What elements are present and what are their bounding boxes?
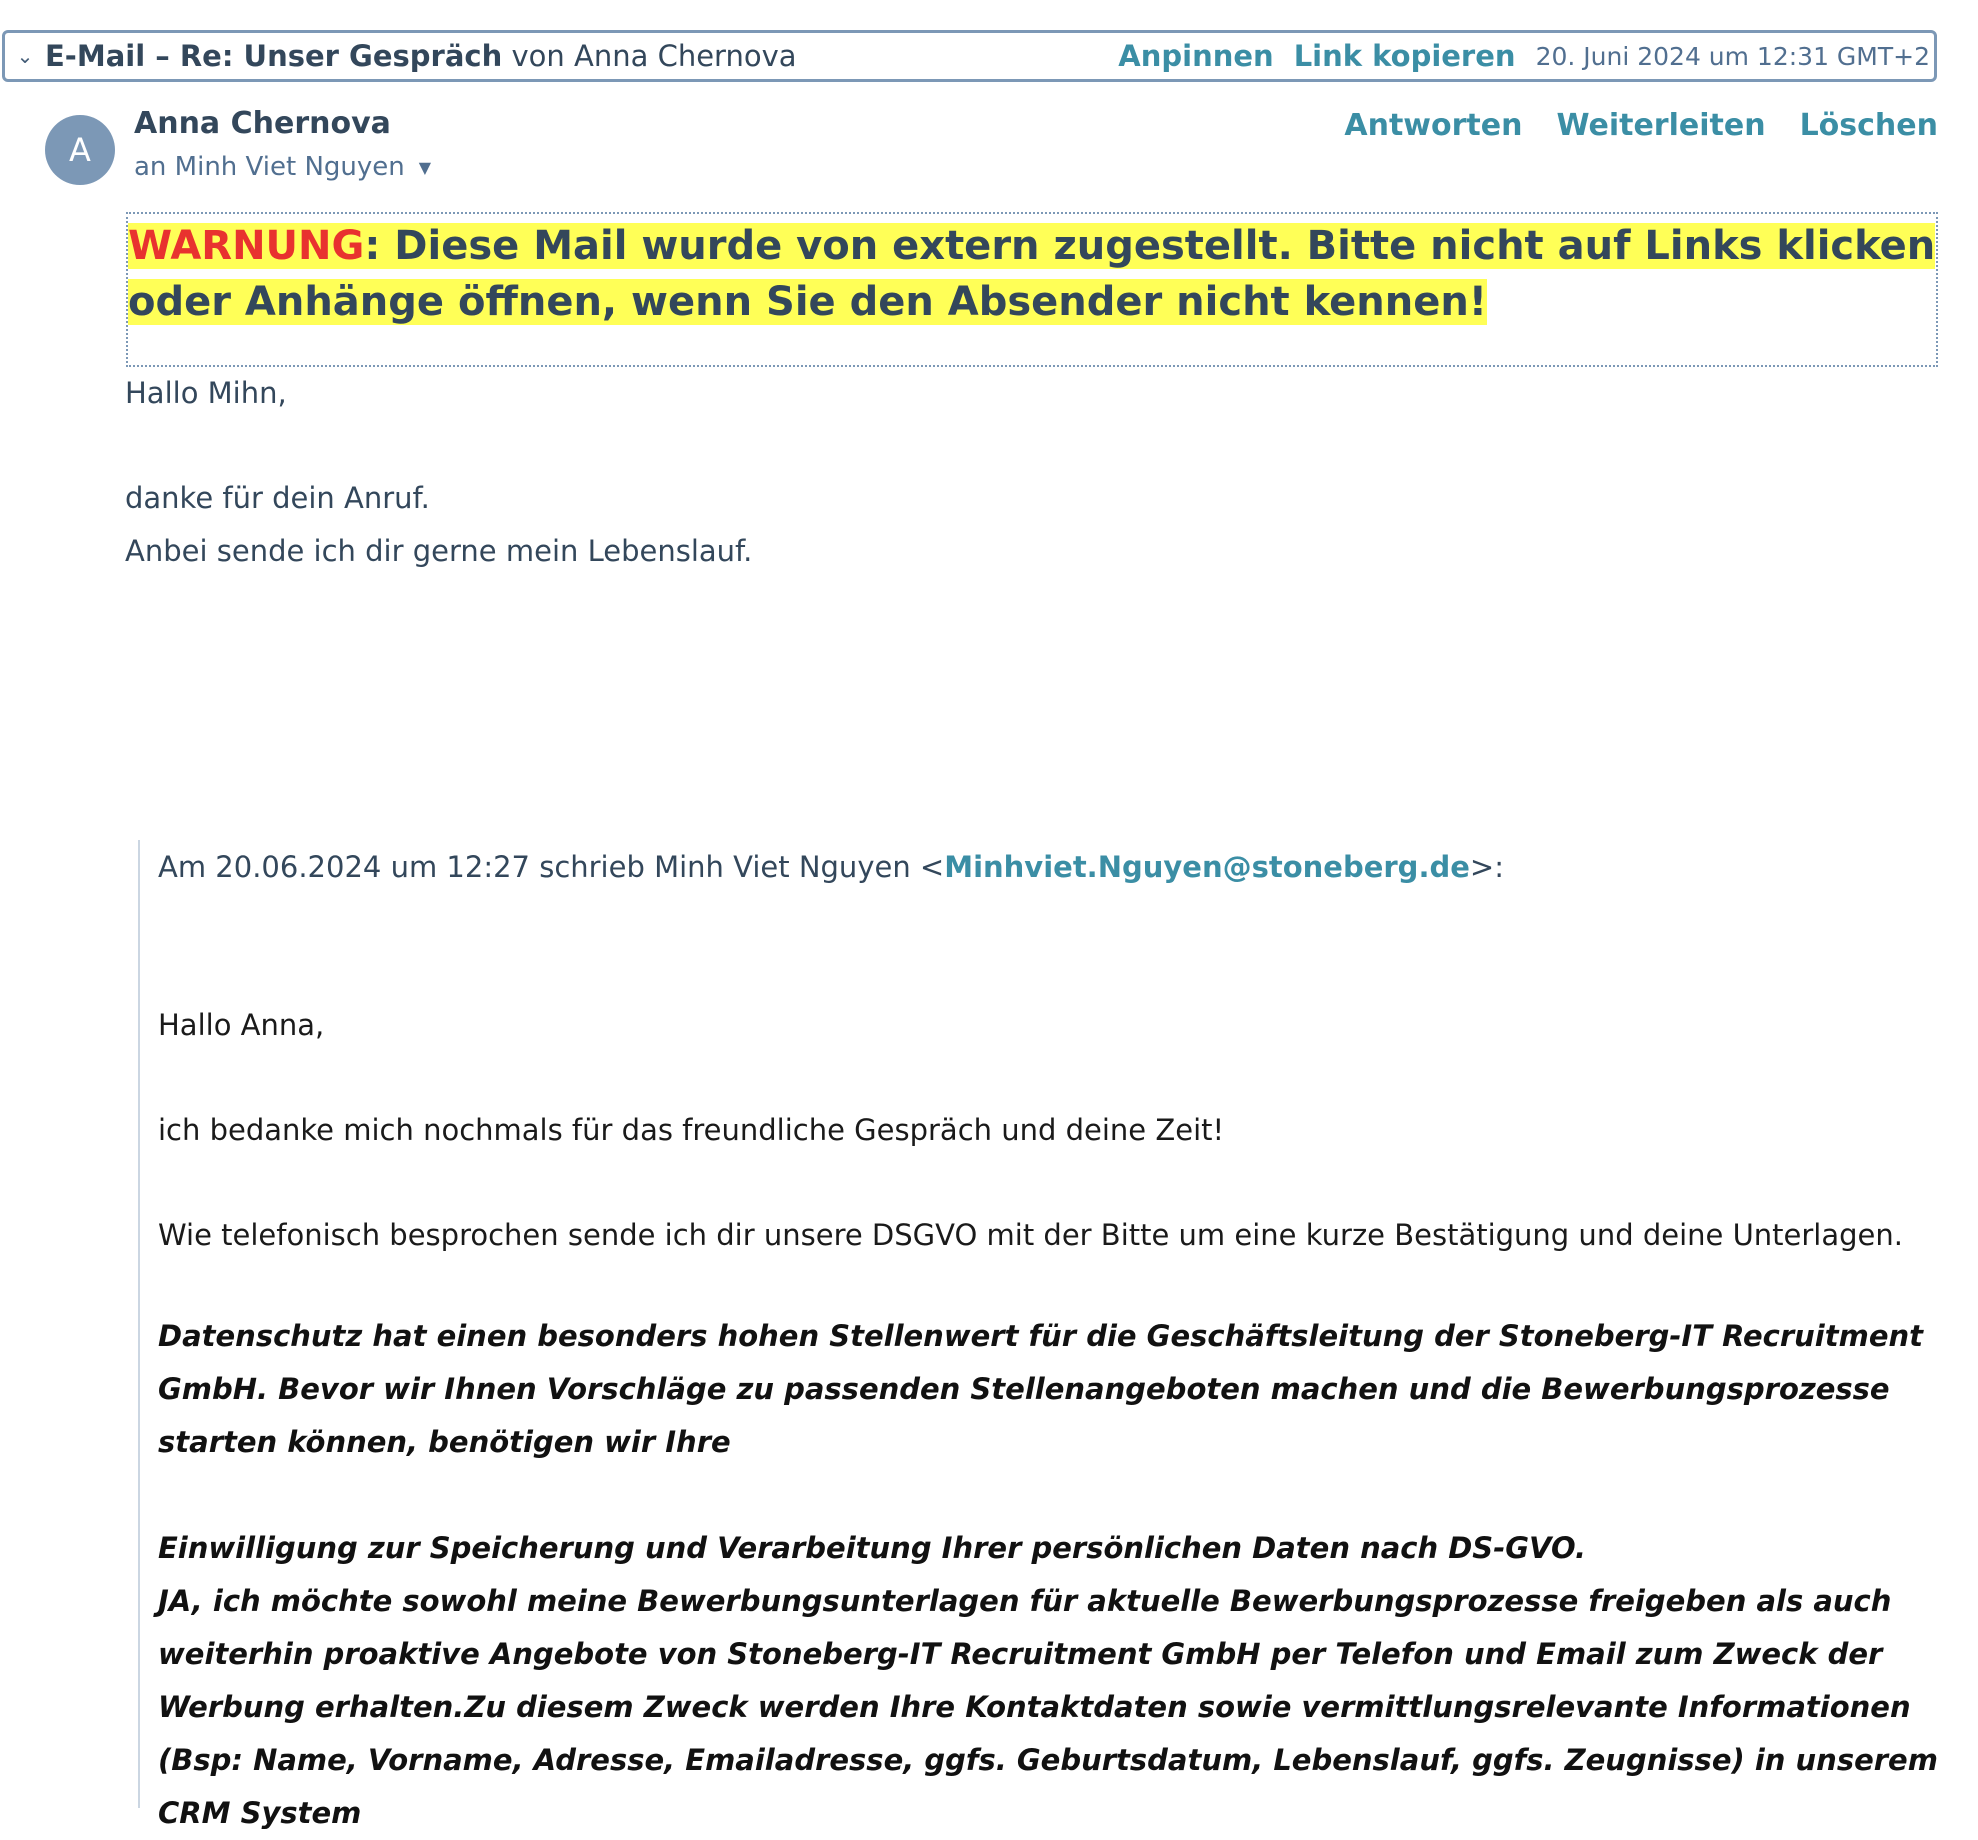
warning-label: WARNUNG <box>128 223 365 269</box>
subject-title: E-Mail – Re: Unser Gespräch <box>45 39 503 73</box>
email-subject: E-Mail – Re: Unser Gespräch von Anna Che… <box>45 39 797 73</box>
body-line: Anbei sende ich dir gerne mein Lebenslau… <box>125 534 753 568</box>
quote-intro-text: Am 20.06.2024 um 12:27 schrieb Minh Viet… <box>158 850 945 884</box>
forward-button[interactable]: Weiterleiten <box>1556 108 1765 143</box>
subject-from: von Anna Chernova <box>511 39 797 73</box>
email-header-bar: ⌄ E-Mail – Re: Unser Gespräch von Anna C… <box>2 30 1937 82</box>
message-actions: Antworten Weiterleiten Löschen <box>1344 108 1938 143</box>
warning-message: : Diese Mail wurde von extern zugestellt… <box>128 223 1936 325</box>
body-line: danke für dein Anruf. <box>125 481 430 515</box>
sender-email-link[interactable]: Minhviet.Nguyen@stoneberg.de <box>944 850 1470 884</box>
sender-name: Anna Chernova <box>134 106 391 141</box>
warning-text: WARNUNG: Diese Mail wurde von extern zug… <box>128 223 1936 325</box>
reply-button[interactable]: Antworten <box>1344 108 1522 143</box>
recipient-dropdown[interactable]: an Minh Viet Nguyen ▼ <box>134 152 431 182</box>
external-warning-box: WARNUNG: Diese Mail wurde von extern zug… <box>126 212 1938 367</box>
pin-button[interactable]: Anpinnen <box>1118 39 1273 73</box>
copy-link-button[interactable]: Link kopieren <box>1294 39 1516 73</box>
quote-line: Wie telefonisch besprochen sende ich dir… <box>158 1218 1903 1252</box>
quote-line: ich bedanke mich nochmals für das freund… <box>158 1113 1225 1147</box>
quote-greeting: Hallo Anna, <box>158 1008 325 1042</box>
chevron-down-icon[interactable]: ⌄ <box>5 44 45 68</box>
quote-intro-suffix: >: <box>1469 850 1504 884</box>
avatar: A <box>45 115 115 185</box>
email-date: 20. Juni 2024 um 12:31 GMT+2 <box>1535 41 1930 71</box>
consent-body: JA, ich möchte sowohl meine Bewerbungsun… <box>158 1584 1938 1830</box>
caret-down-icon: ▼ <box>418 158 432 177</box>
consent-title: Einwilligung zur Speicherung und Verarbe… <box>158 1531 1586 1565</box>
recipient-label: an Minh Viet Nguyen <box>134 152 405 182</box>
header-actions: Anpinnen Link kopieren 20. Juni 2024 um … <box>1118 39 1934 73</box>
privacy-paragraph: Datenschutz hat einen besonders hohen St… <box>158 1319 1923 1459</box>
quote-intro: Am 20.06.2024 um 12:27 schrieb Minh Viet… <box>158 850 1504 884</box>
delete-button[interactable]: Löschen <box>1800 108 1938 143</box>
body-greeting: Hallo Mihn, <box>125 376 287 410</box>
quoted-message: Am 20.06.2024 um 12:27 schrieb Minh Viet… <box>138 840 1948 1830</box>
